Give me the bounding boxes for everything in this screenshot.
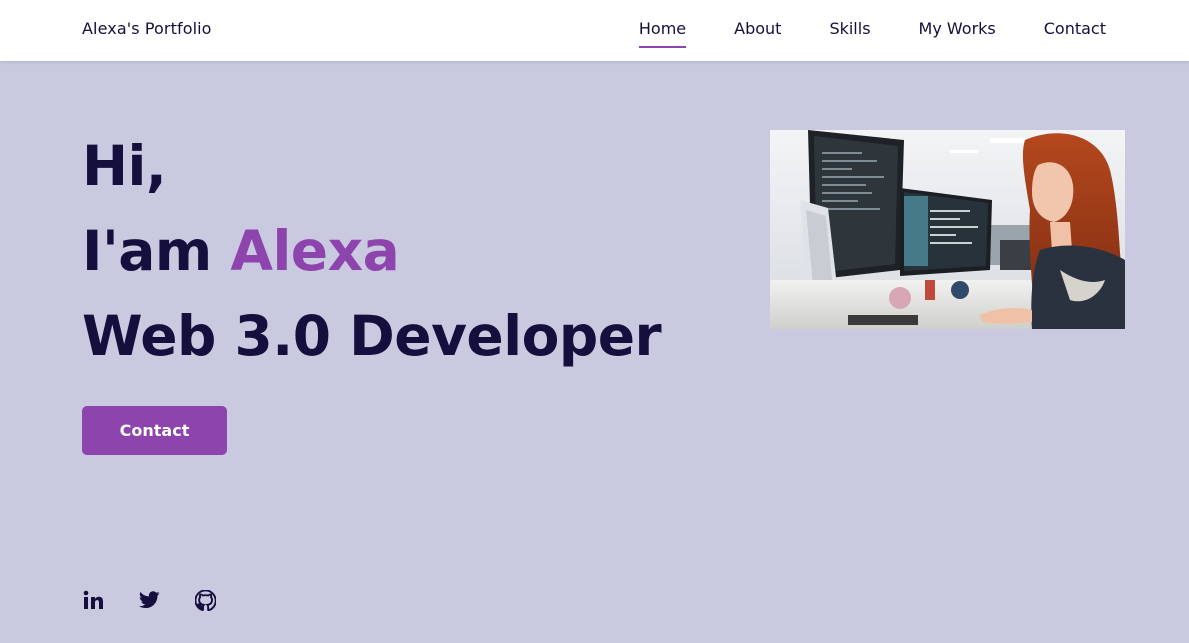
hero-name: Alexa — [230, 219, 400, 283]
hero-greeting: Hi, — [82, 134, 167, 198]
contact-button[interactable]: Contact — [82, 406, 227, 455]
github-icon[interactable] — [194, 589, 216, 611]
twitter-icon[interactable] — [138, 589, 160, 611]
social-links — [82, 589, 216, 611]
linkedin-icon[interactable] — [82, 589, 104, 611]
nav-link-about[interactable]: About — [734, 19, 781, 48]
site-logo[interactable]: Alexa's Portfolio — [82, 19, 212, 38]
nav-link-skills[interactable]: Skills — [829, 19, 870, 48]
nav-link-contact[interactable]: Contact — [1044, 19, 1106, 48]
hero-role: Web 3.0 Developer — [82, 304, 662, 368]
main-nav: Home About Skills My Works Contact — [638, 19, 1106, 48]
developer-photo — [770, 130, 1125, 329]
hero-heading: Hi, I'am Alexa Web 3.0 Developer — [82, 124, 662, 379]
nav-link-my-works[interactable]: My Works — [919, 19, 996, 48]
hero-intro-prefix: I'am — [82, 219, 231, 283]
hero-intro-line: I'am Alexa — [82, 209, 661, 294]
nav-link-home[interactable]: Home — [638, 19, 687, 48]
top-header: Alexa's Portfolio Home About Skills My W… — [0, 0, 1189, 61]
